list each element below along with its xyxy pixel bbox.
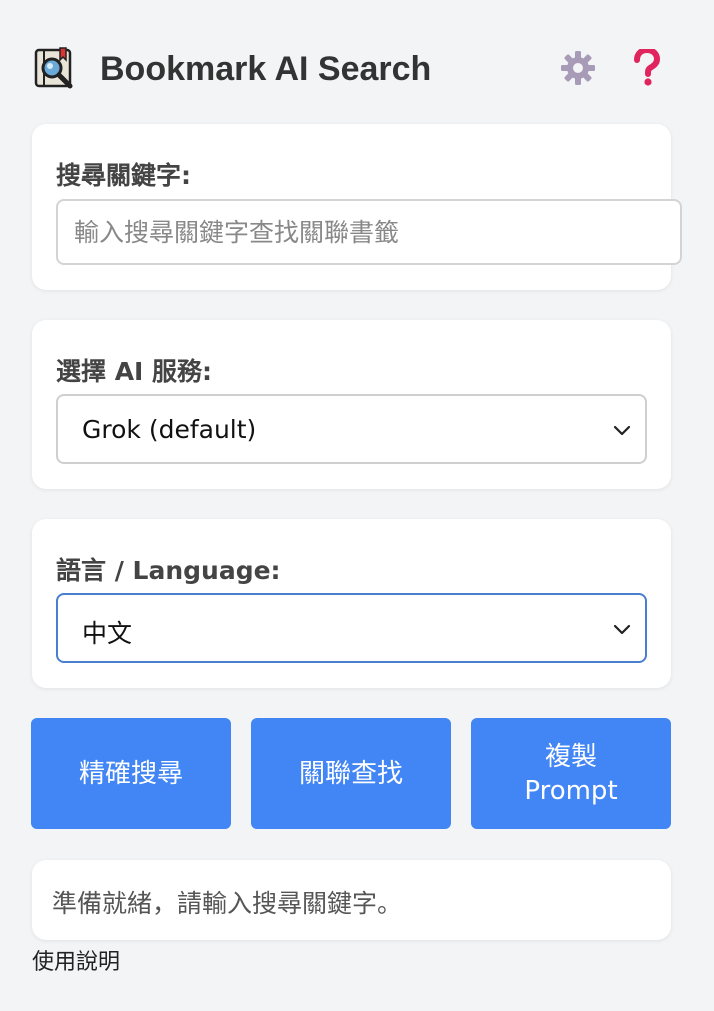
language-select[interactable]: 中文 [56,593,647,663]
settings-button[interactable] [558,50,598,90]
question-mark-icon [631,46,661,91]
chevron-down-icon [613,621,631,635]
search-card: 搜尋關鍵字: [32,124,682,290]
copy-prompt-label-line1: 複製 [544,741,597,772]
bookmark-magnifier-icon [32,46,78,92]
search-label: 搜尋關鍵字: [56,161,191,190]
language-label: 語言 / Language: [56,556,281,585]
ai-service-selected-value: Grok (default) [82,415,257,444]
ai-service-select[interactable]: Grok (default) [56,394,647,464]
copy-prompt-button[interactable]: 複製 Prompt [471,718,671,829]
language-selected-value: 中文 [82,619,133,648]
ai-service-label: 選擇 AI 服務: [56,357,213,386]
copy-prompt-label-line2: Prompt [524,775,618,806]
status-box: 準備就緒，請輸入搜尋關鍵字。 [32,860,671,940]
usage-instructions-link[interactable]: 使用說明 [32,944,120,976]
ai-service-card: 選擇 AI 服務: Grok (default) [32,320,671,489]
app-title: Bookmark AI Search [100,50,432,88]
help-button[interactable] [626,46,666,91]
chevron-down-icon [613,422,631,436]
search-input[interactable] [56,199,682,265]
status-text: 準備就緒，請輸入搜尋關鍵字。 [52,889,403,918]
exact-search-button[interactable]: 精確搜尋 [31,718,231,829]
header: Bookmark AI Search [32,42,672,98]
related-search-button[interactable]: 關聯查找 [251,718,451,829]
gear-icon [560,50,596,90]
language-card: 語言 / Language: 中文 [32,519,671,688]
